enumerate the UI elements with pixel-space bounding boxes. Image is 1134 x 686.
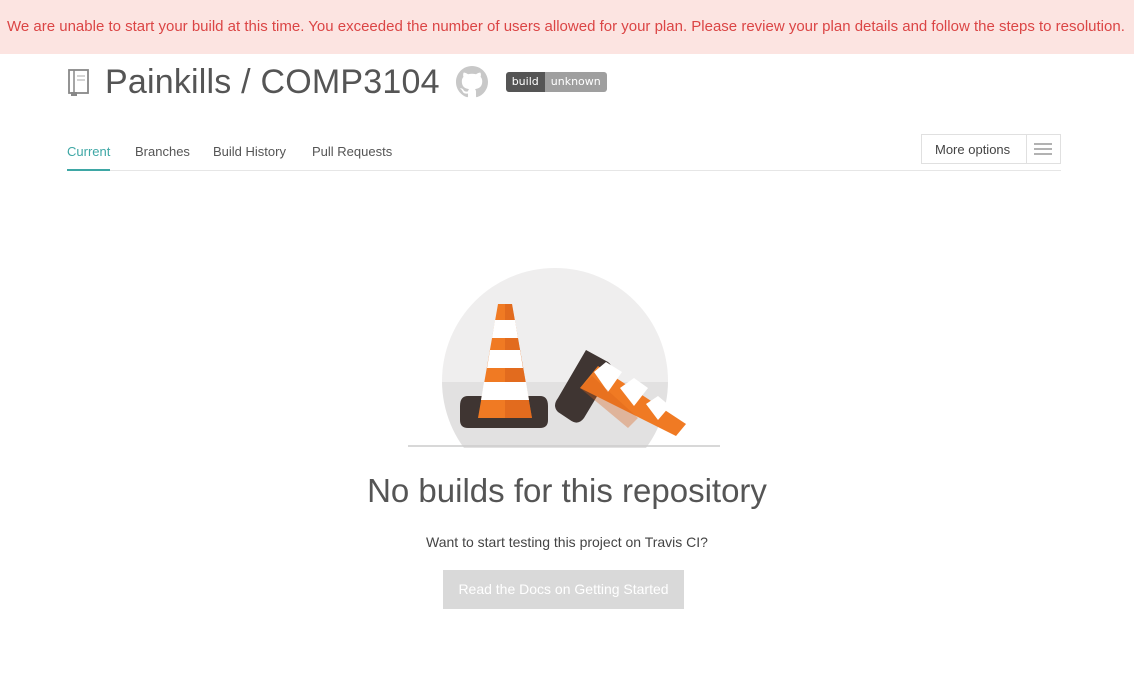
tab-build-history[interactable]: Build History <box>213 144 286 169</box>
hamburger-icon[interactable] <box>1025 135 1060 163</box>
badge-status: unknown <box>544 72 607 92</box>
tab-pull-requests[interactable]: Pull Requests <box>312 144 392 169</box>
github-icon[interactable] <box>455 66 488 98</box>
tab-current[interactable]: Current <box>67 144 111 171</box>
empty-state-subtitle: Want to start testing this project on Tr… <box>426 534 708 550</box>
repo-header: Painkills / COMP3104 build unknown <box>67 58 607 106</box>
empty-state-title: No builds for this repository <box>367 472 767 509</box>
traffic-cones-illustration <box>408 268 720 448</box>
more-options-button[interactable]: More options <box>921 134 1061 164</box>
tab-branches[interactable]: Branches <box>135 144 190 169</box>
error-banner: We are unable to start your build at thi… <box>0 0 1134 54</box>
badge-label: build <box>505 72 545 92</box>
more-options-label: More options <box>935 141 1011 157</box>
read-docs-button[interactable]: Read the Docs on Getting Started <box>443 570 684 609</box>
repo-title: Painkills / COMP3104 <box>105 62 440 101</box>
repo-tabs: Current Branches Build History Pull Requ… <box>67 134 1061 171</box>
build-status-badge[interactable]: build unknown <box>505 72 607 92</box>
repo-book-icon <box>67 67 93 97</box>
